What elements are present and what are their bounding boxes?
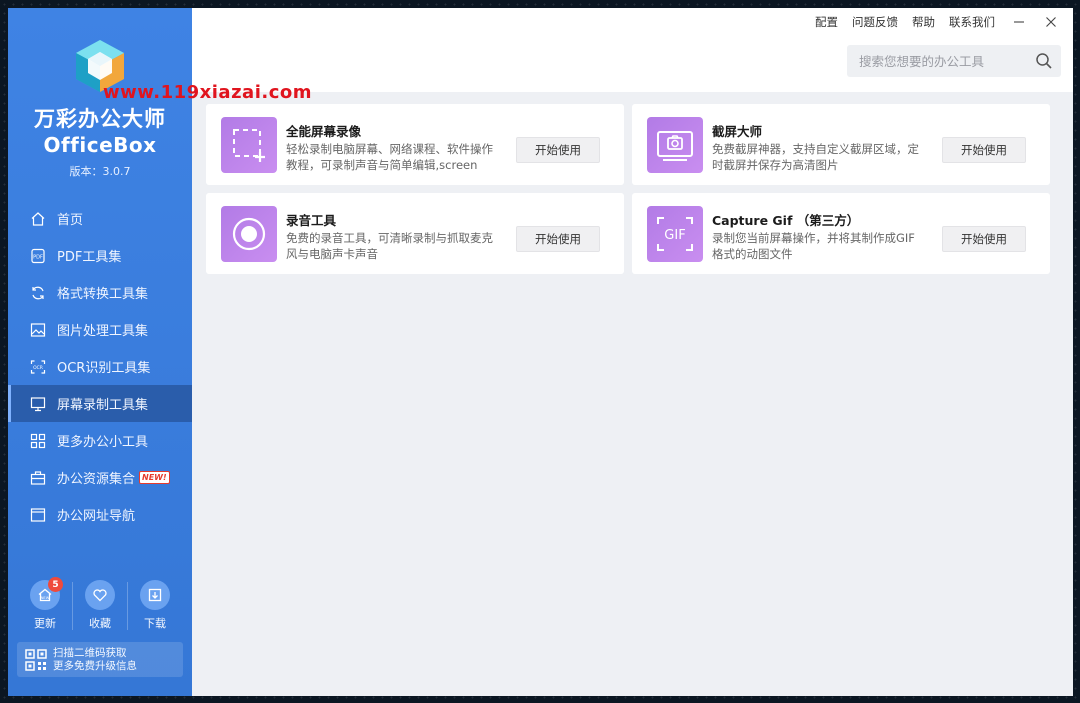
new-badge: NEW! (139, 471, 170, 484)
sidebar-item-web-nav[interactable]: 办公网址导航 (8, 496, 192, 533)
sidebar-item-label: PDF工具集 (57, 250, 122, 265)
svg-text:GIF: GIF (664, 228, 685, 243)
search-icon[interactable] (1035, 52, 1053, 70)
sidebar-item-home[interactable]: 首页 (8, 200, 192, 237)
sidebar-item-label: 办公网址导航 (57, 509, 136, 524)
start-button[interactable]: 开始使用 (516, 137, 600, 163)
tool-cards: 全能屏幕录像 轻松录制电脑屏幕、网络课程、软件操作教程，可录制声音与简单编辑,s… (206, 104, 1052, 274)
card-description: 免费的录音工具，可清晰录制与抓取麦克风与电脑声卡声音 (286, 231, 493, 261)
svg-text:NEW: NEW (41, 596, 50, 600)
app-title: 万彩办公大师 (34, 107, 166, 131)
sidebar-item-convert[interactable]: 格式转换工具集 (8, 274, 192, 311)
tool-card-screenshot: 截屏大师 免费截屏神器，支持自定义截屏区域，定时截屏并保存为高清图片 开始使用 (632, 104, 1050, 185)
convert-icon (30, 285, 46, 301)
sidebar-item-label: 格式转换工具集 (57, 287, 149, 302)
sidebar-item-label: 屏幕录制工具集 (57, 398, 149, 413)
start-button[interactable]: 开始使用 (942, 137, 1026, 163)
settings-link[interactable]: 配置 (815, 14, 838, 30)
favorite-label: 收藏 (89, 617, 111, 630)
feedback-link[interactable]: 问题反馈 (852, 14, 898, 30)
start-button[interactable]: 开始使用 (516, 226, 600, 252)
close-button[interactable] (1043, 14, 1059, 30)
sidebar-item-label: 办公资源集合 (57, 472, 136, 487)
card-description: 录制您当前屏幕操作，并将其制作成GIF格式的动图文件 (712, 231, 915, 261)
download-button[interactable]: 下载 (132, 580, 178, 631)
top-menu: 配置 问题反馈 帮助 联系我们 (801, 14, 1059, 30)
qr-line-2: 更多免费升级信息 (53, 659, 137, 672)
tool-card-capture-gif: GIF Capture Gif （第三方） 录制您当前屏幕操作，并将其制作成GI… (632, 193, 1050, 274)
minimize-button[interactable] (1011, 14, 1027, 30)
divider (127, 582, 128, 630)
sidebar-item-pdf[interactable]: PDF PDF工具集 (8, 237, 192, 274)
search-input[interactable] (859, 53, 1035, 69)
heart-icon (85, 580, 115, 610)
update-label: 更新 (34, 617, 56, 630)
card-title: 录音工具 (286, 213, 337, 228)
search-box (847, 45, 1061, 77)
tool-card-screen-record: 全能屏幕录像 轻松录制电脑屏幕、网络课程、软件操作教程，可录制声音与简单编辑,s… (206, 104, 624, 185)
qr-line-1: 扫描二维码获取 (53, 646, 127, 659)
app-subtitle: OfficeBox (43, 133, 157, 157)
divider (72, 582, 73, 630)
sidebar-item-label: 更多办公小工具 (57, 435, 149, 450)
screenshot-icon (647, 117, 703, 173)
minimize-icon (1014, 21, 1024, 23)
favorite-button[interactable]: 收藏 (77, 580, 123, 631)
screen-record-icon (221, 117, 277, 173)
sidebar-item-image[interactable]: 图片处理工具集 (8, 311, 192, 348)
update-count-badge: 5 (48, 577, 63, 592)
sidebar-item-resources[interactable]: 办公资源集合 NEW! (8, 459, 192, 496)
gif-icon: GIF (647, 206, 703, 262)
sidebar-item-screen-record[interactable]: 屏幕录制工具集 (8, 385, 192, 422)
audio-record-icon (221, 206, 277, 262)
sidebar-item-label: OCR识别工具集 (57, 361, 151, 376)
sidebar-actions: NEW 5 更新 收藏 下载 (8, 577, 192, 631)
browser-icon (30, 507, 46, 523)
qr-code-icon (25, 648, 47, 671)
sidebar-nav: 首页 PDF PDF工具集 格式转换工具集 图片处理工具集 OCR OCR识别工… (8, 200, 192, 533)
download-label: 下载 (144, 617, 166, 630)
card-description: 免费截屏神器，支持自定义截屏区域，定时截屏并保存为高清图片 (712, 142, 919, 172)
card-title: 截屏大师 (712, 124, 763, 139)
app-window: www.119xiazai.com 万彩办公大师 OfficeBox 版本：3.… (8, 8, 1073, 696)
svg-text:PDF: PDF (33, 254, 43, 260)
main-panel: 配置 问题反馈 帮助 联系我们 搜索您想要的办公工具 全能屏幕录像 轻松录制电脑… (192, 8, 1073, 696)
watermark-text: www.119xiazai.com (103, 82, 312, 103)
tool-card-audio-record: 录音工具 免费的录音工具，可清晰录制与抓取麦克风与电脑声卡声音 开始使用 (206, 193, 624, 274)
sidebar-item-label: 图片处理工具集 (57, 324, 149, 339)
card-description: 轻松录制电脑屏幕、网络课程、软件操作教程，可录制声音与简单编辑,screen (286, 142, 493, 172)
image-icon (30, 322, 46, 338)
update-button[interactable]: NEW 5 更新 (22, 577, 68, 631)
briefcase-icon (30, 470, 46, 486)
pdf-icon: PDF (30, 248, 46, 264)
card-title: 全能屏幕录像 (286, 124, 362, 139)
home-icon (30, 211, 46, 227)
download-icon (140, 580, 170, 610)
svg-text:OCR: OCR (33, 365, 43, 371)
help-link[interactable]: 帮助 (912, 14, 935, 30)
qr-promo[interactable]: 扫描二维码获取 更多免费升级信息 (17, 642, 183, 677)
card-title: Capture Gif （第三方） (712, 213, 860, 228)
ocr-icon: OCR (30, 359, 46, 375)
grid-icon (30, 433, 46, 449)
qr-text: 扫描二维码获取 更多免费升级信息 (53, 647, 137, 673)
close-icon (1046, 17, 1056, 27)
contact-link[interactable]: 联系我们 (949, 14, 995, 30)
monitor-icon (30, 396, 46, 412)
sidebar: www.119xiazai.com 万彩办公大师 OfficeBox 版本：3.… (8, 8, 312, 696)
sidebar-item-ocr[interactable]: OCR OCR识别工具集 (8, 348, 192, 385)
sidebar-item-more-tools[interactable]: 更多办公小工具 (8, 422, 192, 459)
sidebar-item-label: 首页 (57, 213, 84, 228)
start-button[interactable]: 开始使用 (942, 226, 1026, 252)
version-label: 版本：3.0.7 (69, 165, 131, 178)
